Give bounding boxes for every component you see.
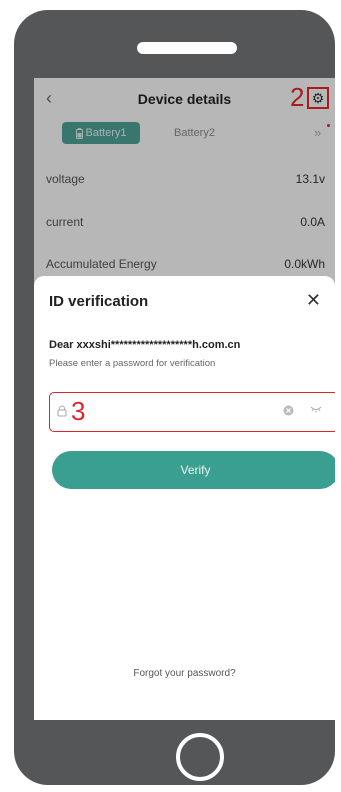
clear-icon[interactable] <box>283 405 294 416</box>
verification-dialog: ID verification ✕ Dear xxxshi***********… <box>34 276 335 720</box>
password-field[interactable]: 3 <box>49 392 335 432</box>
greeting-text: Dear xxxshi*******************h.com.cn <box>49 339 241 351</box>
forgot-password-link[interactable]: Forgot your password? <box>34 668 335 679</box>
step-marker: 3 <box>71 396 86 426</box>
verify-button[interactable]: Verify <box>52 451 335 489</box>
speaker-slot <box>137 42 237 54</box>
app-screen: ‹ Device details 2 ⚙ Battery1 Battery2 »… <box>34 78 335 720</box>
eye-closed-icon[interactable] <box>310 405 322 413</box>
lock-icon <box>57 405 67 417</box>
phone-frame: ‹ Device details 2 ⚙ Battery1 Battery2 »… <box>14 10 335 785</box>
close-icon[interactable]: ✕ <box>306 290 321 311</box>
dialog-title: ID verification <box>49 293 149 310</box>
home-button[interactable] <box>176 733 224 781</box>
instruction-text: Please enter a password for verification <box>49 358 216 369</box>
